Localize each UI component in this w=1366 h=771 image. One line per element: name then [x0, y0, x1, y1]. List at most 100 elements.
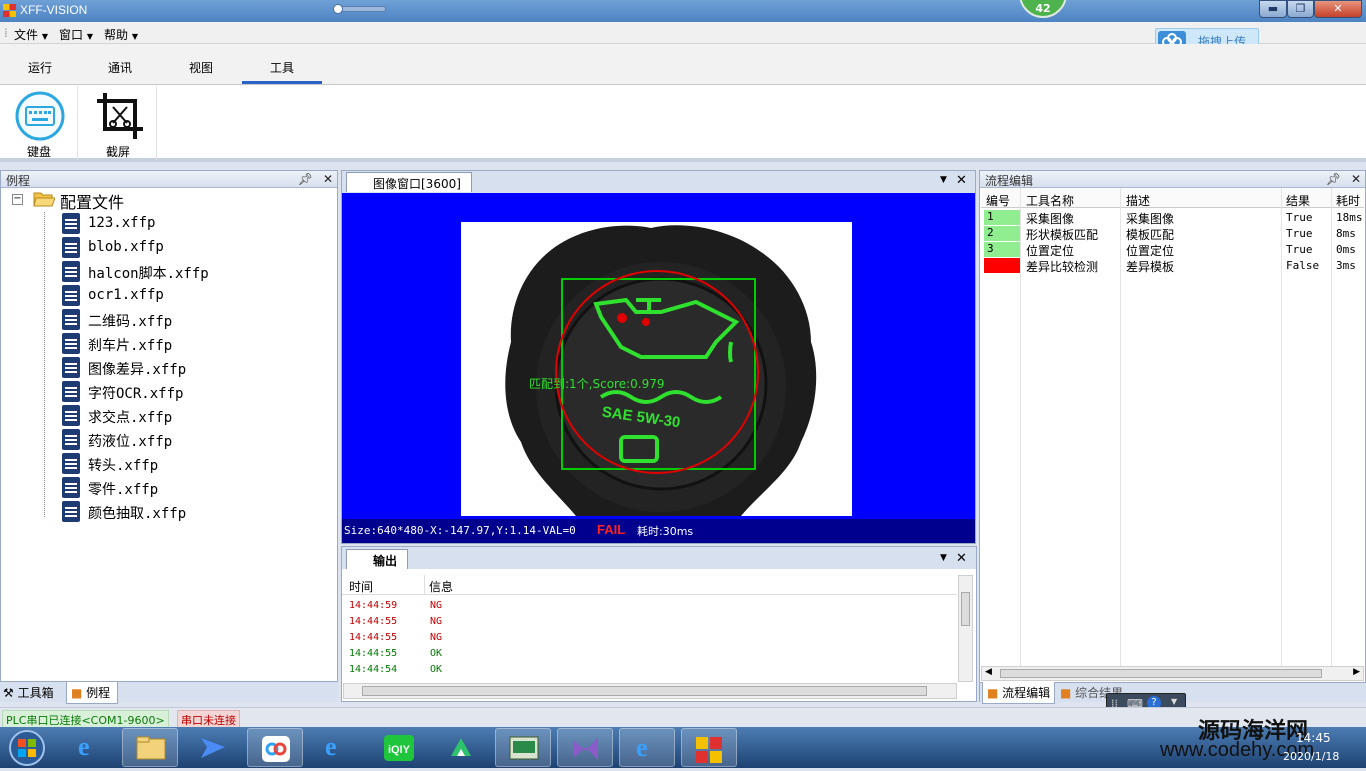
tab-tools[interactable]: 工具 [242, 59, 322, 76]
tray-clock-time[interactable]: 14:45 [1296, 731, 1331, 745]
menu-file[interactable]: 文件 ▼ [14, 26, 48, 43]
examples-panel-header: 例程 [1, 171, 337, 188]
close-icon[interactable]: ✕ [323, 172, 333, 186]
menu-help[interactable]: 帮助 ▼ [104, 26, 138, 43]
col-tool[interactable]: 工具名称 [1026, 192, 1074, 209]
image-status-info: Size:640*480-X:-147.97,Y:1.14-VAL=0 [344, 524, 576, 537]
volume-slider[interactable] [333, 4, 386, 14]
taskbar-xff-vision-icon[interactable] [681, 728, 737, 767]
scroll-thumb[interactable] [1000, 669, 1322, 678]
menu-window[interactable]: 窗口 ▼ [59, 26, 93, 43]
output-hscrollbar[interactable] [343, 683, 957, 699]
col-time[interactable]: 时间 [349, 578, 373, 595]
taskbar-ie-icon[interactable]: e [62, 728, 118, 767]
tab-output[interactable]: 输出 [346, 549, 409, 569]
tab-flow-edit[interactable]: ■ 流程编辑 [982, 682, 1056, 704]
col-time[interactable]: 耗时 [1336, 192, 1360, 209]
tab-examples[interactable]: ■ 例程 [66, 682, 118, 704]
close-icon[interactable]: ✕ [956, 173, 967, 188]
file-icon [62, 357, 80, 378]
tree-item-label: 字符OCR.xffp [88, 386, 184, 402]
col-divider [424, 575, 425, 595]
row-tool: 差异比较检测 [1026, 260, 1099, 274]
output-tab-strip [342, 547, 976, 569]
collapse-toggle-icon[interactable]: − [12, 194, 23, 205]
tab-toolbox[interactable]: ⚒ 工具箱 [3, 684, 54, 701]
svg-text:iQIY: iQIY [388, 744, 411, 756]
tree-item-label: ocr1.xffp [88, 287, 164, 303]
inspection-image: SAE 5W-30 匹配到:1个,Score:0.979 [461, 222, 852, 516]
row-desc: 位置定位 [1126, 244, 1175, 258]
panel-title: 流程编辑 [985, 174, 1034, 188]
taskbar-ie2-icon[interactable]: e [309, 728, 365, 767]
file-icon [62, 477, 80, 498]
taskbar-visual-studio-icon[interactable] [557, 728, 613, 767]
row-no: 2 [984, 226, 1020, 241]
taskbar-app-window-icon[interactable] [495, 728, 551, 767]
tab-view[interactable]: 视图 [161, 59, 241, 76]
minimize-button[interactable]: ▬ [1259, 0, 1287, 18]
flow-hscrollbar[interactable]: ◀ ▶ [981, 666, 1364, 681]
tree-item-label: 零件.xffp [88, 482, 159, 498]
grid-divider [1120, 188, 1121, 668]
tree-root-label[interactable]: 配置文件 [60, 189, 124, 213]
tree-item-label: 药液位.xffp [88, 434, 173, 450]
file-icon [62, 453, 80, 474]
tree-item-label: 二维码.xffp [88, 314, 173, 330]
tab-run[interactable]: 运行 [0, 59, 80, 76]
col-no[interactable]: 编号 [986, 192, 1010, 209]
taskbar-baidu-netdisk-icon[interactable] [247, 728, 303, 767]
grip-icon: ⁞ [4, 26, 8, 40]
tray-clock-date[interactable]: 2020/1/18 [1283, 750, 1339, 763]
crop-icon [95, 91, 145, 144]
row-time: 14:44:54 [349, 664, 398, 675]
tree-guide-line [44, 212, 45, 517]
scroll-right-icon[interactable]: ▶ [1353, 667, 1360, 677]
dropdown-arrow-icon[interactable]: ▼ [1171, 697, 1177, 706]
col-desc[interactable]: 描述 [1126, 192, 1150, 209]
tree-item-label: 转头.xffp [88, 458, 159, 474]
start-button[interactable] [4, 728, 50, 768]
app-icon [3, 4, 16, 17]
tree-item-label: 123.xffp [88, 215, 156, 231]
taskbar-feishu-icon[interactable] [185, 728, 241, 767]
keyboard-button[interactable]: 键盘 [0, 86, 78, 160]
row-info: NG [430, 632, 443, 643]
scroll-thumb[interactable] [362, 686, 927, 696]
taskbar-explorer-icon[interactable] [122, 728, 178, 767]
taskbar-ie3-icon[interactable]: e [619, 728, 675, 767]
menu-window-label: 窗口 [59, 28, 84, 42]
pin-icon[interactable]: 📌︎ [298, 172, 313, 186]
close-button[interactable]: ✕ [1314, 0, 1362, 18]
row-no: 3 [984, 242, 1020, 257]
pin-icon[interactable]: 📌︎ [1326, 172, 1341, 186]
dropdown-arrow-icon[interactable]: ▼ [940, 175, 947, 185]
row-desc: 采集图像 [1126, 212, 1175, 226]
dropdown-arrow-icon[interactable]: ▼ [940, 553, 947, 563]
row-desc: 模板匹配 [1126, 228, 1175, 242]
windows-flag-icon: ■ [71, 686, 83, 700]
tab-comm[interactable]: 通讯 [80, 59, 160, 76]
scroll-thumb[interactable] [961, 592, 970, 626]
maximize-button[interactable]: ❐ [1287, 0, 1314, 18]
scroll-left-icon[interactable]: ◀ [985, 667, 992, 677]
ribbon-panel [0, 84, 1366, 162]
row-result: True [1286, 227, 1313, 240]
ribbon-tab-bar: 运行 通讯 视图 工具 [0, 44, 1366, 84]
screenshot-button[interactable]: 截屏 [79, 86, 157, 160]
taskbar-drive-icon[interactable] [433, 728, 489, 767]
row-time: 14:44:55 [349, 616, 398, 627]
output-vscrollbar[interactable] [958, 575, 973, 682]
col-result[interactable]: 结果 [1286, 192, 1310, 209]
tab-image-window[interactable]: 图像窗口[3600] [346, 172, 472, 192]
dropdown-arrow-icon: ▼ [41, 32, 48, 41]
slider-thumb[interactable] [333, 4, 343, 14]
taskbar-iqiyi-icon[interactable]: iQIY [371, 728, 427, 767]
col-info[interactable]: 信息 [429, 578, 453, 595]
tree-item-label: blob.xffp [88, 239, 164, 255]
row-result: True [1286, 211, 1313, 224]
tab-flow-edit-label: 流程编辑 [1002, 686, 1051, 700]
row-time: 18ms [1336, 211, 1363, 224]
close-icon[interactable]: ✕ [1351, 172, 1361, 186]
close-icon[interactable]: ✕ [956, 551, 967, 566]
